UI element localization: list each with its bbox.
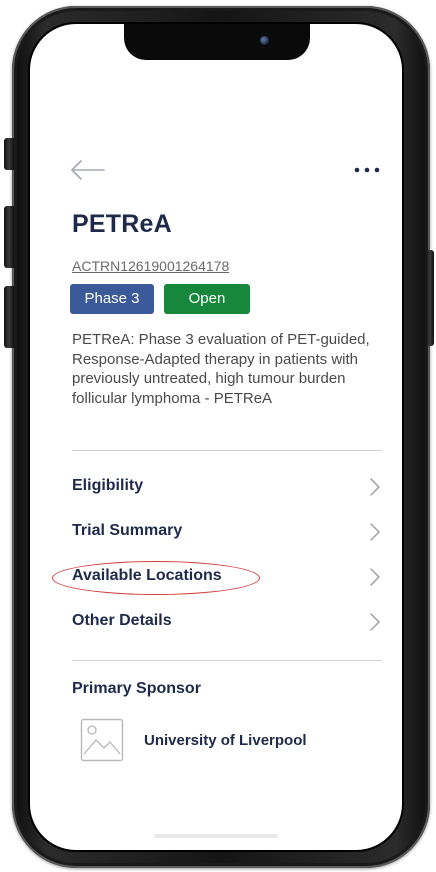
phone-screen: PETReA ACTRN12619001264178 Phase 3 Open … [30, 24, 402, 850]
chevron-right-icon [370, 613, 380, 631]
trial-description: PETReA: Phase 3 evaluation of PET-guided… [72, 331, 370, 407]
nav-item-label: Other Details [72, 612, 172, 629]
nav-item-eligibility[interactable]: Eligibility [72, 472, 382, 502]
nav-item-label: Eligibility [72, 477, 144, 494]
volume-up-button [4, 206, 14, 268]
nav-item-other-details[interactable]: Other Details [72, 607, 382, 637]
image-placeholder-icon [80, 718, 124, 762]
sponsor-name: University of Liverpool [144, 732, 307, 749]
nav-item-label: Trial Summary [72, 522, 183, 539]
nav-item-label: Available Locations [72, 567, 222, 584]
volume-down-button [4, 286, 14, 348]
back-button[interactable] [68, 158, 108, 182]
phone-notch [124, 24, 310, 60]
camera-icon [260, 36, 269, 45]
chevron-right-icon [370, 523, 380, 541]
more-options-button[interactable] [352, 162, 382, 178]
phase-badge: Phase 3 [70, 284, 154, 314]
page-title: PETReA [72, 210, 172, 238]
section-divider [72, 660, 382, 661]
chevron-right-icon [370, 568, 380, 586]
arrow-left-icon [71, 160, 105, 180]
status-badge: Open [164, 284, 250, 314]
home-indicator [154, 834, 278, 838]
primary-sponsor-heading: Primary Sponsor [72, 680, 201, 697]
screenshot-stage: PETReA ACTRN12619001264178 Phase 3 Open … [0, 0, 436, 872]
trial-registry-link[interactable]: ACTRN12619001264178 [72, 258, 229, 274]
section-divider [72, 450, 382, 451]
mute-switch [4, 138, 14, 170]
chevron-right-icon [370, 478, 380, 496]
nav-item-trial-summary[interactable]: Trial Summary [72, 517, 382, 547]
power-button [426, 250, 434, 346]
more-horizontal-icon [354, 167, 380, 173]
nav-item-available-locations[interactable]: Available Locations [72, 562, 382, 592]
